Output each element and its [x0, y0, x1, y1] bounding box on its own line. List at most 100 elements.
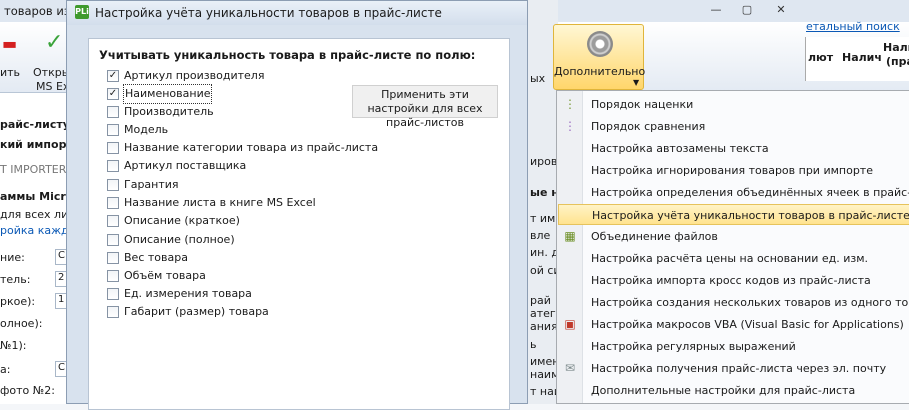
- bg-left-text: олное):: [0, 317, 43, 330]
- options-heading: Учитывать уникальность товара в прайс-ли…: [99, 48, 476, 62]
- checkbox[interactable]: [107, 215, 119, 227]
- menu-item-vba-macros[interactable]: ▣ Настройка макросов VBA (Visual Basic f…: [558, 314, 909, 335]
- option-label: Артикул производителя: [124, 69, 265, 82]
- bg-left-text: фото №2:: [0, 384, 55, 397]
- menu-item-label: Настройка создания нескольких товаров из…: [591, 296, 909, 309]
- email-icon: ✉: [564, 361, 576, 375]
- option-label: Ед. измерения товара: [124, 287, 252, 300]
- menu-item-markup-order[interactable]: ⋮ Порядок наценки: [558, 94, 909, 115]
- apply-to-all-button[interactable]: Применить эти настройки для всех прайс-л…: [352, 85, 498, 129]
- gear-icon: [587, 31, 613, 57]
- grid-header-cell[interactable]: Налич: [842, 51, 882, 64]
- menu-item-cross-codes[interactable]: Настройка импорта кросс кодов из прайс-л…: [558, 270, 909, 291]
- menu-item-label: Настройка учёта уникальности товаров в п…: [592, 209, 909, 222]
- check-icon[interactable]: ✓: [45, 30, 63, 55]
- option-label: Габарит (размер) товара: [124, 305, 269, 318]
- option-label: Объём товара: [124, 269, 206, 282]
- bg-mid-text: ые н: [530, 186, 559, 199]
- bg-mid-text: рай: [530, 294, 551, 307]
- bg-mid-text: ь: [530, 338, 537, 351]
- chevron-down-icon: ▼: [633, 78, 640, 87]
- bg-grid-header: лют Налич Нали (пра: [805, 37, 909, 81]
- menu-item-label: Настройка расчёта цены на основании ед. …: [591, 252, 869, 265]
- option-label: Название категории товара из прайс-листа: [124, 141, 379, 154]
- bg-left-text: аммы Micro: [0, 190, 74, 203]
- checkbox[interactable]: [107, 197, 119, 209]
- uniqueness-settings-dialog: PLi Настройка учёта уникальности товаров…: [66, 0, 528, 410]
- more-settings-button[interactable]: Дополнительно ▼: [553, 24, 645, 90]
- vba-macro-icon: ▣: [564, 317, 576, 331]
- checkbox-checked[interactable]: ✓: [107, 88, 119, 100]
- menu-item-email-import[interactable]: ✉ Настройка получения прайс-листа через …: [558, 358, 909, 379]
- checkbox[interactable]: [107, 252, 119, 264]
- menu-item-label: Настройка определения объединённых ячеек…: [591, 186, 909, 199]
- bg-left-text: райс-листу:: [0, 118, 75, 131]
- bg-left-text: T IMPORTER_: [0, 163, 72, 176]
- detailed-search-link[interactable]: етальный поиск: [806, 20, 900, 33]
- menu-item-label: Настройка автозамены текста: [591, 142, 769, 155]
- grid-header-cell[interactable]: (пра: [886, 55, 909, 68]
- bg-ribbon-small-text: ых: [530, 72, 546, 85]
- grid-header-cell[interactable]: лют: [808, 51, 833, 64]
- menu-item-label: Объединение файлов: [591, 230, 718, 243]
- dialog-body: Учитывать уникальность товара в прайс-ли…: [88, 38, 510, 410]
- dialog-titlebar[interactable]: PLi Настройка учёта уникальности товаров…: [67, 1, 527, 25]
- menu-item-additional-settings[interactable]: Дополнительные настройки для прайс-листа: [558, 380, 909, 401]
- app-logo-icon: PLi: [75, 5, 89, 19]
- checkbox[interactable]: [107, 234, 119, 246]
- bg-left-text: ние:: [0, 251, 25, 264]
- menu-item-autoreplace[interactable]: Настройка автозамены текста: [558, 138, 909, 159]
- bg-mid-text: имен: [530, 355, 560, 368]
- menu-item-regex[interactable]: Настройка регулярных выражений: [558, 336, 909, 357]
- close-button[interactable]: ✕: [770, 2, 792, 18]
- checkbox-checked[interactable]: ✓: [107, 70, 119, 82]
- option-label: Название листа в книге MS Excel: [124, 196, 316, 209]
- option-label: Описание (краткое): [124, 214, 240, 227]
- menu-item-uniqueness[interactable]: Настройка учёта уникальности товаров в п…: [558, 204, 909, 225]
- option-label: Артикул поставщика: [124, 159, 247, 172]
- bg-left-text: а:: [0, 363, 11, 376]
- menu-item-split-product[interactable]: Настройка создания нескольких товаров из…: [558, 292, 909, 313]
- checkbox[interactable]: [107, 288, 119, 300]
- checkbox[interactable]: [107, 106, 119, 118]
- menu-item-price-by-unit[interactable]: Настройка расчёта цены на основании ед. …: [558, 248, 909, 269]
- merge-files-icon: ▦: [564, 229, 576, 243]
- menu-item-label: Порядок наценки: [591, 98, 694, 111]
- bg-left-text: №1):: [0, 339, 27, 352]
- dialog-title: Настройка учёта уникальности товаров в п…: [95, 6, 442, 20]
- menu-item-compare-order[interactable]: ⋮ Порядок сравнения: [558, 116, 909, 137]
- menu-item-merged-cells[interactable]: Настройка определения объединённых ячеек…: [558, 182, 909, 203]
- more-settings-menu: ⋮ Порядок наценки ⋮ Порядок сравнения На…: [556, 90, 909, 404]
- menu-item-label: Настройка макросов VBA (Visual Basic for…: [591, 318, 904, 331]
- minimize-button[interactable]: —: [705, 2, 727, 18]
- bg-left-link[interactable]: ройка кажд: [0, 224, 69, 237]
- checkbox[interactable]: [107, 142, 119, 154]
- option-label: Гарантия: [124, 178, 179, 191]
- menu-item-label: Настройка игнорирования товаров при импо…: [591, 164, 873, 177]
- checkbox[interactable]: [107, 179, 119, 191]
- maximize-button[interactable]: ▢: [736, 2, 758, 18]
- menu-item-merge-files[interactable]: ▦ Объединение файлов: [558, 226, 909, 247]
- bg-left-text: кий импор: [0, 138, 67, 151]
- bg-mid-text: ин. д: [530, 246, 559, 259]
- option-label: Производитель: [124, 105, 214, 118]
- markup-order-icon: ⋮: [564, 97, 576, 111]
- checkbox[interactable]: [107, 306, 119, 318]
- checkbox[interactable]: [107, 124, 119, 136]
- option-label: Наименование: [122, 84, 213, 104]
- bg-ribbon-button-2b[interactable]: MS Ex: [36, 80, 69, 93]
- bg-left-text: тель:: [0, 273, 31, 286]
- option-label: Вес товара: [124, 251, 188, 264]
- menu-item-label: Дополнительные настройки для прайс-листа: [591, 384, 856, 397]
- grid-header-cell[interactable]: Нали: [883, 41, 909, 54]
- option-label: Описание (полное): [124, 233, 235, 246]
- bg-left-text: ркое):: [0, 295, 36, 308]
- compare-order-icon: ⋮: [564, 119, 576, 133]
- menu-item-ignore-import[interactable]: Настройка игнорирования товаров при импо…: [558, 160, 909, 181]
- bg-ribbon-button-2a[interactable]: Откры: [33, 66, 70, 79]
- checkbox[interactable]: [107, 270, 119, 282]
- delete-icon[interactable]: ▬: [2, 34, 17, 53]
- bg-mid-text: атег: [530, 307, 556, 320]
- checkbox[interactable]: [107, 160, 119, 172]
- bg-ribbon-button-1[interactable]: ить: [0, 66, 20, 79]
